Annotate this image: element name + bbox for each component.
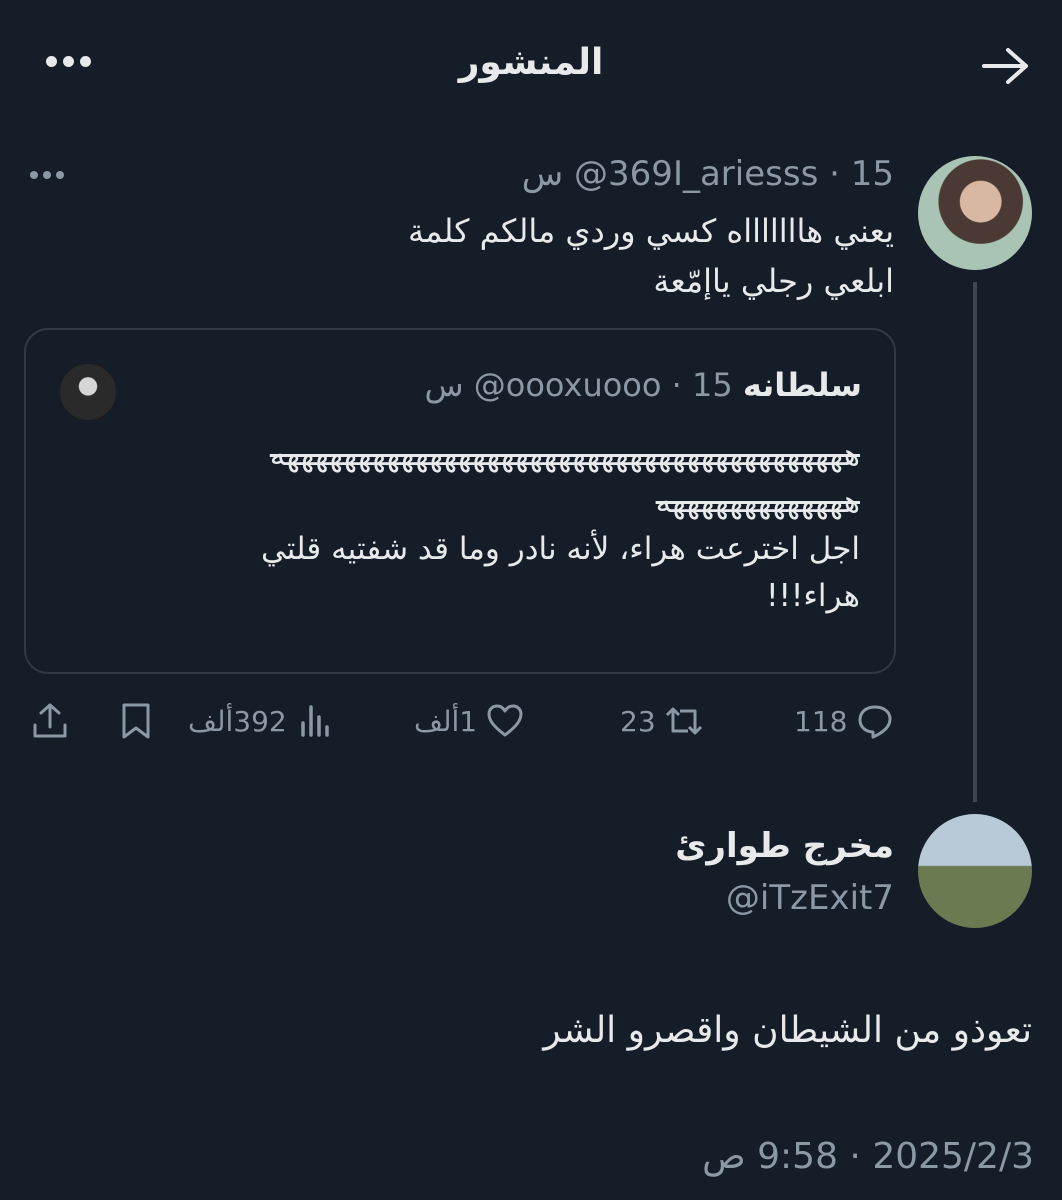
quoted-tweet-text: هههههههههههههههههههههههههههههههههههههههه… (50, 432, 860, 620)
reply-author-name[interactable]: مخرج طوارئ (394, 826, 894, 866)
quoted-author-avatar (60, 364, 116, 420)
reply-count: 118 (794, 704, 848, 738)
post-screen: المنشور @369I_ariesss · 15 س يعني هااااا… (0, 0, 1062, 1200)
top-bar: المنشور (0, 0, 1062, 130)
dot-icon (43, 171, 51, 179)
like-button[interactable]: 1ألف (406, 696, 525, 746)
reply-icon (858, 705, 892, 739)
author-avatar[interactable] (918, 156, 1032, 270)
retweet-icon (665, 707, 702, 735)
reply-text: تعوذو من الشيطان واقصرو الشر (543, 1010, 1032, 1051)
share-icon (33, 703, 67, 738)
post-timestamp: 2025/2/3 · 9:58 ص (702, 1136, 1034, 1177)
action-bar: 118 23 1ألف 392ألف (0, 696, 1062, 746)
separator-dot: · (829, 154, 851, 194)
quoted-line: اجل اخترعت هراء، لأنه نادر وما قد شفتيه … (260, 531, 860, 567)
like-count: 1ألف (414, 704, 478, 738)
separator-dot: · (671, 366, 692, 404)
bookmark-icon (122, 703, 150, 739)
quoted-line: هههههههههههههه (655, 484, 860, 520)
quoted-line: هراء!!! (766, 578, 860, 614)
quoted-author-name: سلطانه (742, 366, 862, 404)
quoted-tweet-header: سلطانه @oooxuooo · 15 س (162, 366, 862, 404)
arrow-right-icon (982, 48, 1028, 84)
views-button[interactable]: 392ألف (180, 696, 335, 746)
author-handle[interactable]: @369I_ariesss (574, 154, 818, 194)
tweet-more-button[interactable] (30, 164, 74, 180)
back-button[interactable] (980, 44, 1032, 88)
tweet-text: يعني هاااااااه كسي وردي مالكم كلمة ابلعي… (134, 206, 894, 306)
dot-icon (56, 171, 64, 179)
reply-author-avatar[interactable] (918, 814, 1032, 928)
analytics-icon (301, 705, 329, 737)
retweet-button[interactable]: 23 (612, 696, 704, 746)
share-button[interactable] (30, 696, 70, 746)
retweet-count: 23 (620, 704, 656, 738)
tweet-line: ابلعي رجلي ياإمّعة (653, 262, 894, 300)
heart-icon (487, 704, 523, 737)
view-count: 392ألف (188, 704, 287, 738)
quoted-author-handle: @oooxuooo (473, 366, 662, 404)
tweet-line: يعني هاااااااه كسي وردي مالكم كلمة (407, 212, 894, 250)
page-title: المنشور (458, 42, 604, 83)
tweet-meta: @369I_ariesss · 15 س (194, 154, 894, 194)
bookmark-button[interactable] (116, 696, 156, 746)
reply-button[interactable]: 118 (786, 696, 895, 746)
quoted-line: هههههههههههههههههههههههههههههههههههههههه… (269, 437, 860, 473)
reply-author-handle[interactable]: @iTzExit7 (394, 878, 894, 918)
quoted-tweet[interactable]: سلطانه @oooxuooo · 15 س هههههههههههههههه… (24, 328, 896, 674)
dot-icon (30, 171, 38, 179)
